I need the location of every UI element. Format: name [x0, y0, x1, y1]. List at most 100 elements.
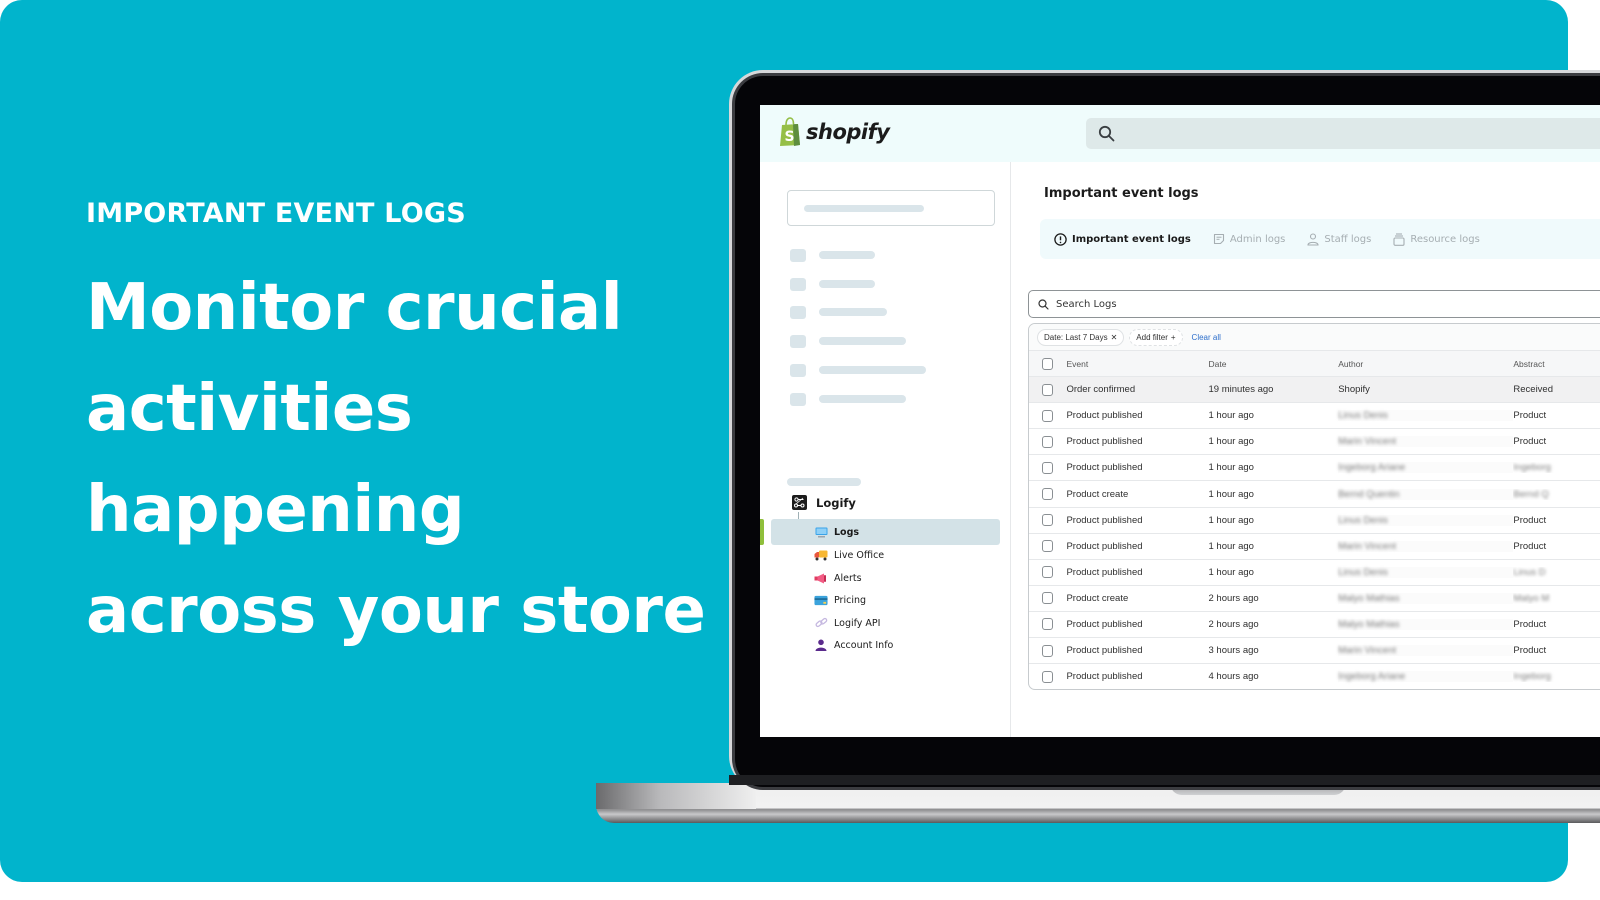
search-icon: [1098, 125, 1115, 142]
abstract-cell: Malyo M: [1513, 593, 1600, 604]
author-cell: Linus Denis: [1338, 566, 1514, 578]
tab-label: Important event logs: [1072, 233, 1191, 245]
event-cell-text: Product published: [1066, 645, 1143, 657]
row-checkbox[interactable]: [1042, 670, 1054, 683]
link-icon: [814, 617, 828, 629]
table-row[interactable]: Product published 1 hour ago Marin Vincent…: [1029, 428, 1600, 454]
date-cell-text: 1 hour ago: [1208, 566, 1254, 578]
tab-important-event-logs[interactable]: Important event logs: [1054, 232, 1191, 246]
table-row[interactable]: Product create 2 hours ago Malyo Mathias Ma…: [1029, 584, 1600, 611]
date-cell-text: 1 hour ago: [1208, 462, 1254, 474]
row-checkbox[interactable]: [1042, 461, 1054, 474]
abstract-cell-text: Product: [1513, 540, 1547, 552]
abstract-cell-text: Product: [1513, 645, 1547, 657]
abstract-cell: Received: [1513, 384, 1600, 395]
author-cell: Ingeborg Ariane: [1338, 671, 1514, 683]
event-cell: Product published: [1066, 567, 1208, 578]
abstract-cell: Ingeborg: [1513, 671, 1600, 682]
table-row[interactable]: Product published 1 hour ago Marin Vincent…: [1029, 532, 1600, 559]
author-cell-text: Ingeborg Ariane: [1338, 671, 1406, 683]
row-checkbox[interactable]: [1042, 435, 1054, 448]
app-header-logify[interactable]: Logify: [792, 495, 856, 510]
skeleton-nav-item: [790, 248, 875, 262]
close-icon[interactable]: ✕: [1111, 333, 1118, 342]
table-row[interactable]: Order confirmed 19 minutes ago Shopify Rece…: [1029, 376, 1600, 403]
tab-admin-logs[interactable]: Admin logs: [1213, 233, 1285, 245]
column-header-event[interactable]: Event: [1066, 359, 1208, 369]
date-cell-text: 1 hour ago: [1208, 514, 1254, 526]
chip-label: Date: Last 7 Days: [1044, 332, 1108, 342]
column-header-author[interactable]: Author: [1338, 359, 1513, 369]
logify-app-icon: [792, 495, 807, 510]
table-row[interactable]: Product create 1 hour ago Bernd Quentin Ber…: [1029, 480, 1600, 506]
abstract-cell: Product: [1513, 619, 1600, 630]
table-header: Event Date Author Abstract: [1029, 350, 1600, 377]
headline: Monitor crucial activities happening acr…: [86, 258, 726, 662]
page-title: Important event logs: [1044, 186, 1199, 201]
search-logs-input[interactable]: [1056, 298, 1456, 310]
date-cell: 4 hours ago: [1209, 671, 1339, 682]
clear-all-link[interactable]: Clear all: [1188, 333, 1221, 342]
select-all-checkbox[interactable]: [1042, 357, 1054, 370]
sidebar-item-label: Account Info: [834, 639, 894, 651]
user-icon: [814, 639, 828, 651]
sidebar: Logify › Logs Live Office Alerts: [760, 162, 1011, 737]
row-checkbox[interactable]: [1042, 383, 1054, 396]
column-header-date[interactable]: Date: [1209, 359, 1339, 369]
table-row[interactable]: Product published 1 hour ago Linus Denis Pr…: [1029, 506, 1600, 533]
date-cell: 1 hour ago: [1209, 436, 1339, 447]
active-indicator: [760, 519, 764, 545]
event-cell: Product published: [1066, 436, 1208, 447]
shopify-logo[interactable]: S shopify: [778, 117, 890, 147]
column-header-abstract[interactable]: Abstract: [1513, 359, 1600, 369]
abstract-cell-text: Bernd Q: [1513, 488, 1549, 500]
search-logs-field[interactable]: [1028, 290, 1600, 318]
sidebar-item-label: Live Office: [834, 549, 885, 561]
author-cell: Marin Vincent: [1338, 436, 1514, 448]
tab-label: Staff logs: [1324, 233, 1372, 245]
table-row[interactable]: Product published 2 hours ago Malyo Mathia…: [1029, 610, 1600, 637]
sidebar-item-account-info[interactable]: Account Info: [771, 632, 1000, 658]
row-checkbox[interactable]: [1042, 488, 1054, 501]
date-filter-chip[interactable]: Date: Last 7 Days ✕: [1037, 328, 1125, 346]
row-checkbox[interactable]: [1042, 540, 1054, 553]
app-screen: S shopify Logify Logs Live Office Alerts…: [760, 105, 1600, 737]
sidebar-search-placeholder[interactable]: [787, 190, 995, 226]
tab-staff-logs[interactable]: Staff logs: [1307, 232, 1372, 246]
author-cell: Bernd Quentin: [1338, 488, 1514, 500]
skeleton-nav-item: [790, 277, 875, 291]
table-body: Order confirmed 19 minutes ago Shopify Rece…: [1029, 376, 1600, 689]
table-row[interactable]: Product published 1 hour ago Linus Denis Li…: [1029, 558, 1600, 585]
abstract-cell: Product: [1513, 410, 1600, 421]
person-icon: [1307, 232, 1319, 246]
note-icon: [1213, 233, 1224, 245]
skeleton-nav-item: [790, 363, 926, 377]
tab-resource-logs[interactable]: Resource logs: [1393, 232, 1480, 246]
credit-card-icon: [814, 594, 828, 606]
global-search-input[interactable]: [1086, 118, 1600, 149]
row-checkbox[interactable]: [1042, 409, 1054, 422]
row-checkbox[interactable]: [1042, 592, 1054, 605]
abstract-cell-text: Ingeborg: [1513, 462, 1551, 474]
author-cell: Linus Denis: [1338, 514, 1514, 526]
table-row[interactable]: Product published 1 hour ago Linus Denis Pr…: [1029, 402, 1600, 428]
row-checkbox[interactable]: [1042, 514, 1054, 527]
table-row[interactable]: Product published 1 hour ago Ingeborg Aria…: [1029, 454, 1600, 480]
abstract-cell: Product: [1513, 436, 1600, 447]
author-cell-text: Marin Vincent: [1338, 436, 1397, 448]
event-cell: Product published: [1066, 619, 1208, 630]
table-row[interactable]: Product published 3 hours ago Marin Vincen…: [1029, 637, 1600, 663]
date-cell-text: 4 hours ago: [1208, 671, 1259, 683]
search-icon: [1038, 298, 1049, 310]
event-cell-text: Product published: [1066, 618, 1143, 630]
date-cell-text: 2 hours ago: [1208, 618, 1259, 630]
row-checkbox[interactable]: [1042, 618, 1054, 631]
app-name: Logify: [816, 495, 856, 510]
abstract-cell: Linus D: [1513, 567, 1600, 578]
event-cell: Product published: [1066, 671, 1208, 682]
date-cell-text: 1 hour ago: [1208, 540, 1254, 552]
row-checkbox[interactable]: [1042, 644, 1054, 657]
row-checkbox[interactable]: [1042, 566, 1054, 579]
add-filter-button[interactable]: Add filter +: [1129, 328, 1183, 346]
table-row[interactable]: Product published 4 hours ago Ingeborg Ari…: [1029, 663, 1600, 689]
